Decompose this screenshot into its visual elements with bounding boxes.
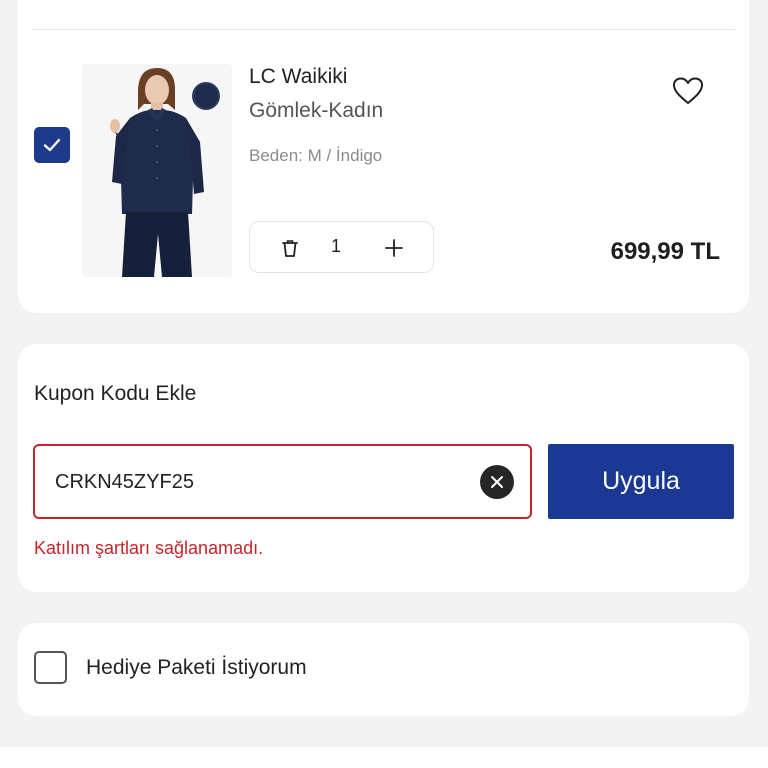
favorite-button[interactable] (670, 74, 706, 108)
divider (32, 29, 735, 30)
decrease-button[interactable] (280, 238, 300, 263)
product-variant: Beden: M / İndigo (249, 146, 383, 165)
coupon-card: Kupon Kodu Ekle Uygula Katılım şartları … (18, 344, 749, 592)
gift-package-card: Hediye Paketi İstiyorum (18, 623, 749, 716)
cart-item-card: LC Waikiki Gömlek-Kadın Beden: M / İndig… (18, 0, 749, 313)
clear-coupon-button[interactable] (480, 465, 514, 499)
product-price: 699,99 TL (610, 238, 720, 265)
apply-coupon-button[interactable]: Uygula (548, 444, 734, 519)
heart-outline-icon (673, 77, 703, 104)
product-photo (82, 64, 232, 277)
quantity-value: 1 (331, 236, 342, 256)
coupon-title: Kupon Kodu Ekle (34, 382, 197, 405)
select-item-checkbox[interactable] (34, 127, 70, 163)
coupon-code-input[interactable] (55, 466, 455, 498)
product-brand: LC Waikiki (249, 65, 348, 88)
quantity-stepper: 1 (249, 221, 434, 273)
plus-icon (385, 239, 403, 257)
product-name: Gömlek-Kadın (249, 99, 384, 122)
coupon-error-message: Katılım şartları sağlanamadı. (34, 538, 264, 558)
close-icon (491, 476, 503, 488)
gift-package-label[interactable]: Hediye Paketi İstiyorum (86, 656, 307, 680)
gift-package-checkbox[interactable] (34, 651, 67, 684)
trash-icon (282, 240, 298, 257)
bottom-bar (0, 747, 768, 768)
product-image[interactable] (82, 64, 232, 277)
coupon-input-container (33, 444, 532, 519)
check-icon (43, 138, 61, 152)
increase-button[interactable] (384, 238, 404, 263)
